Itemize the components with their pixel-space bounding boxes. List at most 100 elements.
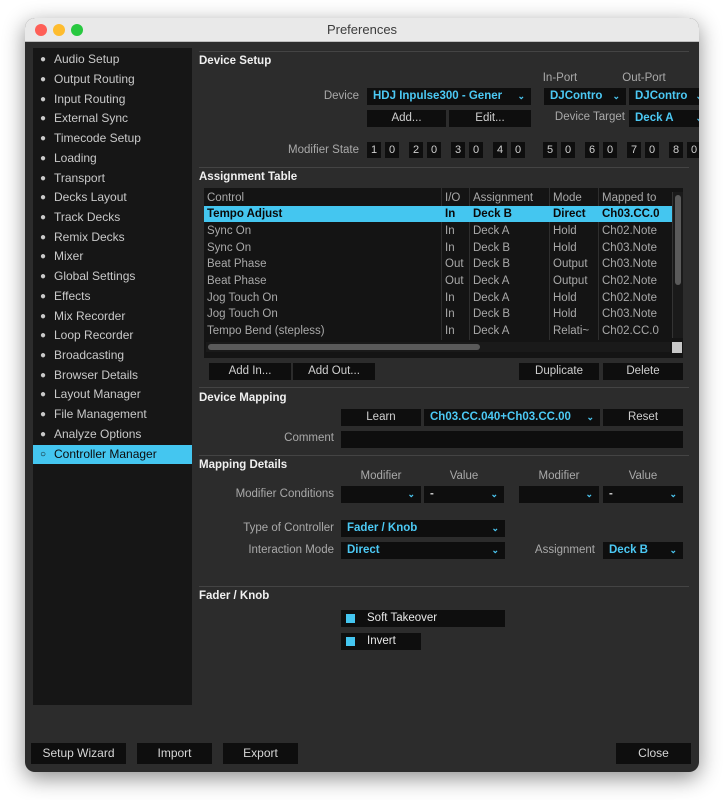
chevron-down-icon: ⌄ xyxy=(695,110,699,127)
modifier-4-value[interactable]: 0 xyxy=(511,142,525,158)
device-dropdown[interactable]: HDJ Inpulse300 - Gener ⌄ xyxy=(367,88,531,105)
modifier-column-label: Modifier xyxy=(360,470,402,482)
learn-button[interactable]: Learn xyxy=(341,409,421,426)
title-bar: Preferences xyxy=(25,18,699,42)
add-out-button[interactable]: Add Out... xyxy=(293,363,375,380)
sidebar-item-decks-layout[interactable]: ● Decks Layout xyxy=(33,188,192,207)
table-row[interactable]: Tempo Adjust In Deck B Direct Ch03.CC.0 xyxy=(204,206,674,222)
column-header-io[interactable]: I/O xyxy=(445,190,469,206)
table-row[interactable]: Tempo Bend (stepless) In Deck A Relati~ … xyxy=(204,323,674,339)
modifier-6-value[interactable]: 0 xyxy=(603,142,617,158)
modifier-3-value[interactable]: 0 xyxy=(469,142,483,158)
selected-ring-icon: ○ xyxy=(40,449,47,460)
row-mapped: Ch02.Note xyxy=(602,292,657,304)
sidebar-item-global-settings[interactable]: ● Global Settings xyxy=(33,267,192,286)
device-target-dropdown[interactable]: Deck A ⌄ xyxy=(629,110,699,127)
table-horizontal-scrollbar[interactable] xyxy=(206,342,670,352)
assignment-dropdown[interactable]: Deck B ⌄ xyxy=(603,542,683,559)
condition1-modifier-dropdown[interactable]: ⌄ xyxy=(341,486,421,503)
scrollbar-corner xyxy=(672,342,682,353)
type-of-controller-dropdown[interactable]: Fader / Knob ⌄ xyxy=(341,520,505,537)
modifier-7-number: 7 xyxy=(627,142,641,158)
setup-wizard-button[interactable]: Setup Wizard xyxy=(31,743,126,764)
section-divider xyxy=(199,455,689,456)
invert-checkbox[interactable]: Invert xyxy=(341,633,421,650)
import-button[interactable]: Import xyxy=(137,743,212,764)
sidebar-item-loading[interactable]: ● Loading xyxy=(33,149,192,168)
sidebar-item-timecode-setup[interactable]: ● Timecode Setup xyxy=(33,129,192,148)
sidebar-item-browser-details[interactable]: ● Browser Details xyxy=(33,366,192,385)
modifier-2-value[interactable]: 0 xyxy=(427,142,441,158)
delete-button[interactable]: Delete xyxy=(603,363,683,380)
row-mapped: Ch02.CC.0 xyxy=(602,325,659,337)
sidebar-item-analyze-options[interactable]: ● Analyze Options xyxy=(33,425,192,444)
export-button[interactable]: Export xyxy=(223,743,298,764)
soft-takeover-checkbox[interactable]: Soft Takeover xyxy=(341,610,505,627)
sidebar-item-track-decks[interactable]: ● Track Decks xyxy=(33,208,192,227)
condition2-value-dropdown[interactable]: - ⌄ xyxy=(603,486,683,503)
row-mode: Hold xyxy=(553,308,577,320)
sidebar-item-mixer[interactable]: ● Mixer xyxy=(33,247,192,266)
sidebar-item-output-routing[interactable]: ● Output Routing xyxy=(33,70,192,89)
reset-button[interactable]: Reset xyxy=(603,409,683,426)
modifier-8-value[interactable]: 0 xyxy=(687,142,699,158)
sidebar-item-remix-decks[interactable]: ● Remix Decks xyxy=(33,228,192,247)
interaction-mode-dropdown[interactable]: Direct ⌄ xyxy=(341,542,505,559)
sidebar-item-broadcasting[interactable]: ● Broadcasting xyxy=(33,346,192,365)
fader-knob-header: Fader / Knob xyxy=(199,590,270,602)
row-io: Out xyxy=(445,258,464,270)
mapping-dropdown[interactable]: Ch03.CC.040+Ch03.CC.00 ⌄ xyxy=(424,409,600,426)
row-mapped: Ch03.Note xyxy=(602,258,657,270)
modifier-7-value[interactable]: 0 xyxy=(645,142,659,158)
invert-label: Invert xyxy=(367,635,396,647)
scrollbar-thumb[interactable] xyxy=(675,195,681,285)
sidebar-item-audio-setup[interactable]: ● Audio Setup xyxy=(33,50,192,69)
table-vertical-scrollbar[interactable] xyxy=(672,192,683,338)
bullet-icon: ● xyxy=(40,389,47,400)
sidebar-item-controller-manager[interactable]: ○ Controller Manager xyxy=(33,445,192,464)
add-device-button[interactable]: Add... xyxy=(367,110,446,127)
sidebar-item-file-management[interactable]: ● File Management xyxy=(33,405,192,424)
duplicate-button[interactable]: Duplicate xyxy=(519,363,599,380)
sidebar-item-layout-manager[interactable]: ● Layout Manager xyxy=(33,385,192,404)
table-row[interactable]: Jog Touch On In Deck B Hold Ch03.Note xyxy=(204,306,674,322)
row-mapped: Ch02.Note xyxy=(602,225,657,237)
bullet-icon: ● xyxy=(40,94,47,105)
sidebar: ● Audio Setup ● Output Routing ● Input Rout… xyxy=(33,48,192,705)
checkbox-checked-icon xyxy=(346,637,355,646)
column-header-mode[interactable]: Mode xyxy=(553,190,598,206)
close-button[interactable]: Close xyxy=(616,743,691,764)
scrollbar-thumb[interactable] xyxy=(208,344,480,350)
add-in-button[interactable]: Add In... xyxy=(209,363,291,380)
table-row[interactable]: Sync On In Deck A Hold Ch02.Note xyxy=(204,223,674,239)
in-port-dropdown[interactable]: DJContro ⌄ xyxy=(544,88,626,105)
modifier-5-value[interactable]: 0 xyxy=(561,142,575,158)
column-header-mapped-to[interactable]: Mapped to xyxy=(602,190,670,206)
value-column-label: Value xyxy=(628,470,658,482)
table-row[interactable]: Jog Touch On In Deck A Hold Ch02.Note xyxy=(204,290,674,306)
modifier-1-value[interactable]: 0 xyxy=(385,142,399,158)
sidebar-item-input-routing[interactable]: ● Input Routing xyxy=(33,90,192,109)
row-control: Jog Touch On xyxy=(207,292,278,304)
column-header-control[interactable]: Control xyxy=(207,190,437,206)
sidebar-item-external-sync[interactable]: ● External Sync xyxy=(33,109,192,128)
out-port-dropdown[interactable]: DJContro ⌄ xyxy=(629,88,699,105)
condition2-modifier-dropdown[interactable]: ⌄ xyxy=(519,486,599,503)
sidebar-item-transport[interactable]: ● Transport xyxy=(33,169,192,188)
table-row[interactable]: Beat Phase Out Deck A Output Ch02.Note xyxy=(204,273,674,289)
modifier-4-number: 4 xyxy=(493,142,507,158)
table-row[interactable]: Beat Phase Out Deck B Output Ch03.Note xyxy=(204,256,674,272)
bullet-icon: ● xyxy=(40,271,47,282)
comment-input[interactable] xyxy=(341,431,683,448)
row-control: Beat Phase xyxy=(207,275,267,287)
device-target-value: Deck A xyxy=(635,112,674,124)
device-setup-header: Device Setup xyxy=(199,55,272,67)
device-mapping-header: Device Mapping xyxy=(199,392,287,404)
sidebar-item-loop-recorder[interactable]: ● Loop Recorder xyxy=(33,326,192,345)
sidebar-item-effects[interactable]: ● Effects xyxy=(33,287,192,306)
condition1-value-dropdown[interactable]: - ⌄ xyxy=(424,486,504,503)
sidebar-item-mix-recorder[interactable]: ● Mix Recorder xyxy=(33,307,192,326)
column-header-assignment[interactable]: Assignment xyxy=(473,190,549,206)
table-row[interactable]: Sync On In Deck B Hold Ch03.Note xyxy=(204,240,674,256)
comment-label: Comment xyxy=(284,432,334,444)
